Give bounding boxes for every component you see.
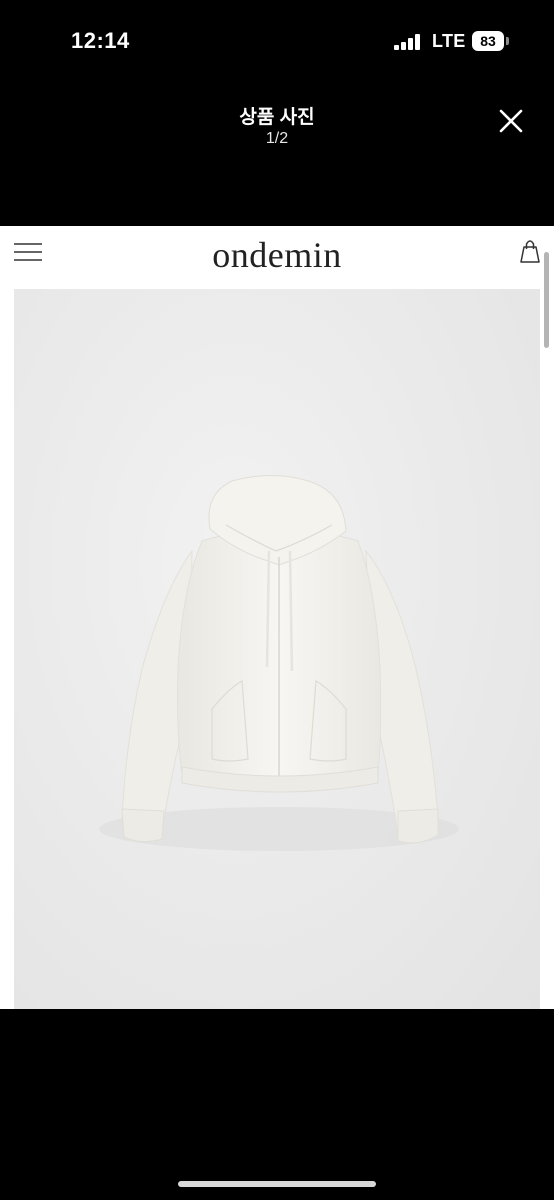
carrier-label: LTE xyxy=(432,31,466,51)
signal-icon xyxy=(394,34,420,50)
close-icon[interactable] xyxy=(494,104,528,138)
status-bar: 12:14 LTE 83 xyxy=(0,0,554,84)
status-time: 12:14 xyxy=(71,28,130,53)
image-counter: 1/2 xyxy=(265,130,289,147)
battery-icon: 83 xyxy=(472,31,510,51)
viewer-header: 상품 사진 1/2 xyxy=(0,84,554,226)
home-indicator[interactable] xyxy=(178,1181,376,1187)
battery-level: 83 xyxy=(472,31,504,51)
brand-logo[interactable]: ondemin xyxy=(0,234,554,276)
hooded-jacket-image xyxy=(99,475,459,851)
product-page-screenshot: ondemin xyxy=(0,226,554,1009)
scrollbar[interactable] xyxy=(544,252,549,348)
product-photo[interactable] xyxy=(14,289,540,1009)
battery-cap xyxy=(506,37,509,45)
viewer-title: 상품 사진 xyxy=(239,107,315,128)
shopping-bag-icon[interactable] xyxy=(518,238,542,264)
